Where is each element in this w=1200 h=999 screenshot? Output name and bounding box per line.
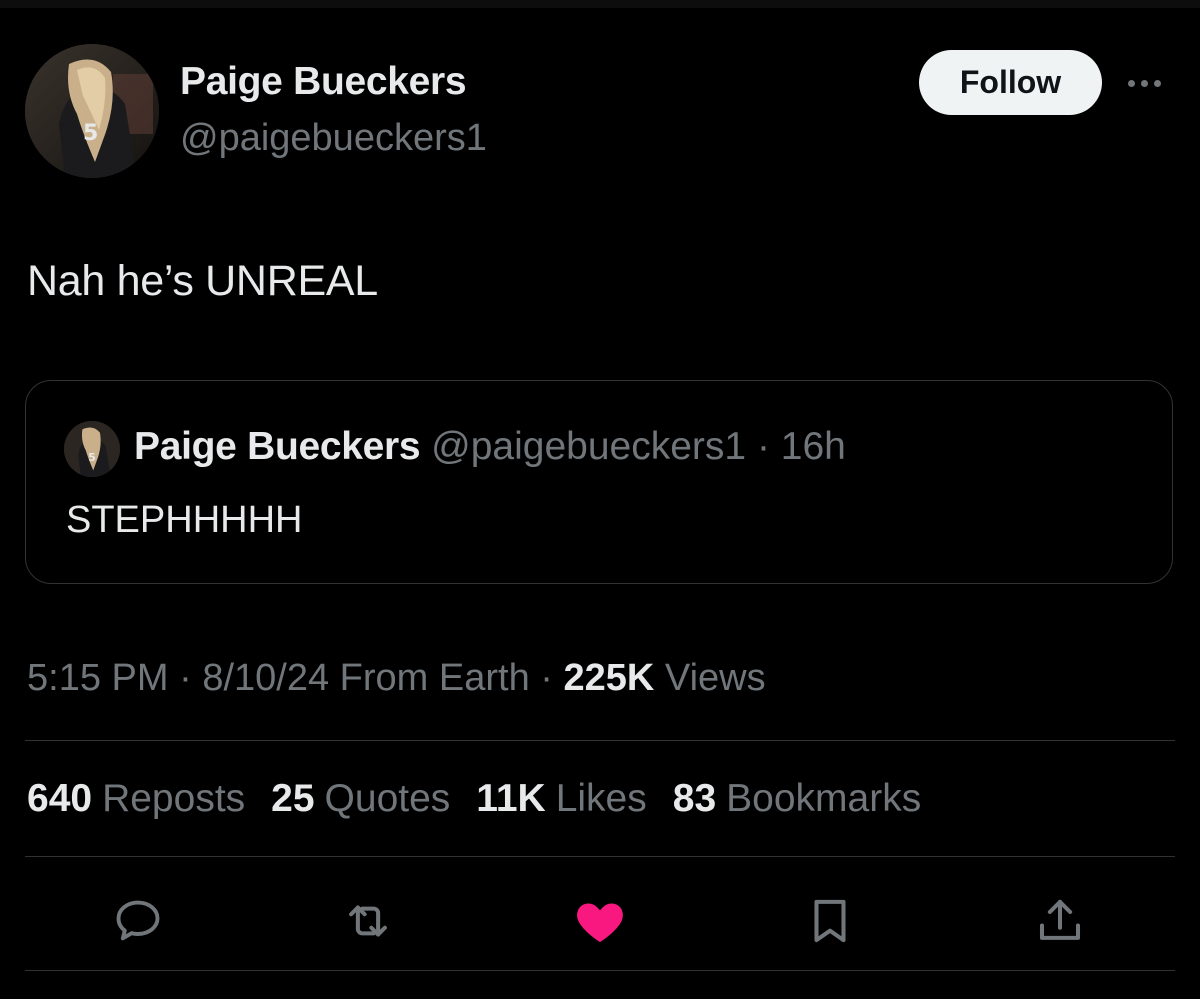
tweet-source: From Earth (339, 657, 530, 699)
reposts-stat[interactable]: 640 Reposts (27, 777, 245, 821)
likes-stat[interactable]: 11K Likes (476, 777, 646, 821)
meta-separator: · (540, 657, 553, 699)
quote-time: 16h (780, 425, 846, 468)
divider (25, 970, 1175, 971)
repost-icon[interactable] (340, 893, 396, 949)
meta-separator: · (179, 657, 192, 699)
quote-author-avatar: 5 (64, 421, 120, 477)
engagement-stats: 640 Reposts 25 Quotes 11K Likes 83 Bookmarks (27, 777, 921, 821)
quote-header: Paige Bueckers @paigebueckers1 · 16h (134, 425, 846, 469)
divider (25, 856, 1175, 857)
tweet-meta: 5:15 PM · 8/10/24 From Earth · 225K View… (27, 657, 766, 700)
bookmarks-stat[interactable]: 83 Bookmarks (673, 777, 921, 821)
quote-separator: · (746, 425, 781, 468)
author-name[interactable]: Paige Bueckers (180, 60, 467, 104)
top-strip (0, 0, 1200, 8)
quote-author-handle: @paigebueckers1 (431, 425, 747, 468)
tweet-time[interactable]: 5:15 PM (27, 657, 169, 699)
reply-icon[interactable] (110, 893, 166, 949)
quote-text: STEPHHHHH (66, 499, 303, 541)
follow-button[interactable]: Follow (919, 50, 1102, 115)
author-avatar[interactable]: 5 (25, 44, 159, 178)
bookmark-icon[interactable] (802, 893, 858, 949)
quote-author-name: Paige Bueckers (134, 425, 421, 468)
tweet-text: Nah he’s UNREAL (27, 257, 378, 305)
quotes-stat[interactable]: 25 Quotes (271, 777, 450, 821)
tweet-date[interactable]: 8/10/24 (202, 657, 329, 699)
svg-text:5: 5 (88, 451, 96, 464)
divider (25, 740, 1175, 741)
like-icon[interactable] (572, 893, 628, 949)
views-label: Views (664, 657, 766, 699)
quoted-tweet-card[interactable]: 5 Paige Bueckers @paigebueckers1 · 16h S… (25, 380, 1173, 584)
views-count: 225K (563, 657, 655, 699)
author-handle[interactable]: @paigebueckers1 (180, 117, 487, 160)
more-horizontal-icon[interactable] (1128, 73, 1172, 93)
share-icon[interactable] (1032, 893, 1088, 949)
avatar-jersey-number: 5 (83, 121, 98, 146)
